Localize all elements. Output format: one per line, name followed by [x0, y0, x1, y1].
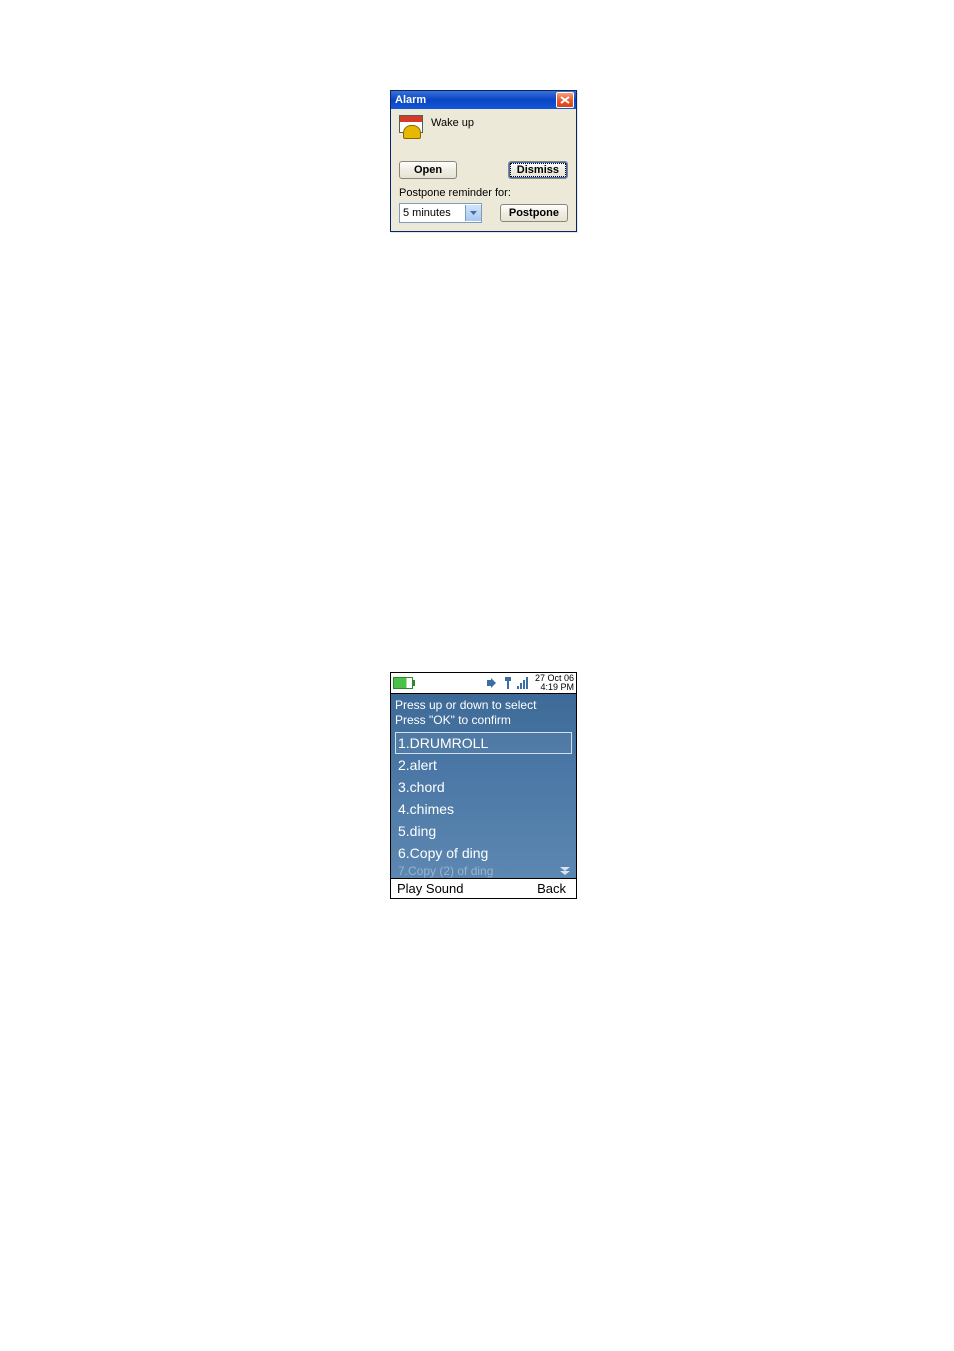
mobile-screen: 27 Oct 06 4:19 PM Press up or down to se… [390, 672, 577, 899]
status-datetime: 27 Oct 06 4:19 PM [535, 674, 574, 692]
list-item[interactable]: 5.ding [395, 820, 572, 842]
postpone-duration-value: 5 minutes [403, 207, 451, 219]
alarm-titlebar[interactable]: Alarm [391, 91, 576, 109]
chevron-down-icon [465, 205, 481, 221]
antenna-icon [503, 677, 513, 689]
instruction-line-1: Press up or down to select [395, 698, 572, 713]
dismiss-button[interactable]: Dismiss [508, 161, 568, 179]
mobile-status-bar: 27 Oct 06 4:19 PM [391, 673, 576, 694]
instruction-line-2: Press "OK" to confirm [395, 713, 572, 728]
alarm-subject-row: Wake up [399, 115, 568, 139]
postpone-label: Postpone reminder for: [399, 187, 568, 199]
softkey-left[interactable]: Play Sound [397, 881, 464, 896]
speaker-icon [487, 677, 499, 689]
close-icon [560, 96, 570, 104]
status-left [393, 677, 413, 689]
status-right: 27 Oct 06 4:19 PM [487, 674, 574, 692]
list-item[interactable]: 4.chimes [395, 798, 572, 820]
alarm-button-row: Open Dismiss [399, 161, 568, 179]
list-item[interactable]: 1.DRUMROLL [395, 732, 572, 754]
postpone-duration-select[interactable]: 5 minutes [399, 203, 482, 223]
list-item[interactable]: 3.chord [395, 776, 572, 798]
list-item[interactable]: 7.Copy (2) of ding [395, 864, 572, 878]
reminder-icon [399, 115, 423, 139]
instruction-text: Press up or down to select Press "OK" to… [395, 698, 572, 728]
mobile-content: Press up or down to select Press "OK" to… [391, 694, 576, 878]
alarm-dialog: Alarm Wake up Open Dismiss Postpone remi… [390, 90, 577, 232]
alarm-body: Wake up Open Dismiss Postpone reminder f… [391, 109, 576, 231]
list-item[interactable]: 2.alert [395, 754, 572, 776]
close-button[interactable] [556, 92, 574, 108]
scroll-down-icon [560, 866, 570, 878]
softkey-bar: Play Sound Back [391, 878, 576, 898]
sound-list[interactable]: 1.DRUMROLL 2.alert 3.chord 4.chimes 5.di… [395, 732, 572, 878]
battery-icon [393, 677, 413, 689]
alarm-title: Alarm [395, 94, 426, 106]
list-item[interactable]: 6.Copy of ding [395, 842, 572, 864]
postpone-button[interactable]: Postpone [500, 204, 568, 222]
open-button[interactable]: Open [399, 161, 457, 179]
softkey-right[interactable]: Back [537, 881, 566, 896]
alarm-subject: Wake up [431, 115, 474, 129]
status-time: 4:19 PM [535, 683, 574, 692]
signal-icon [517, 677, 531, 689]
postpone-row: 5 minutes Postpone [399, 203, 568, 223]
